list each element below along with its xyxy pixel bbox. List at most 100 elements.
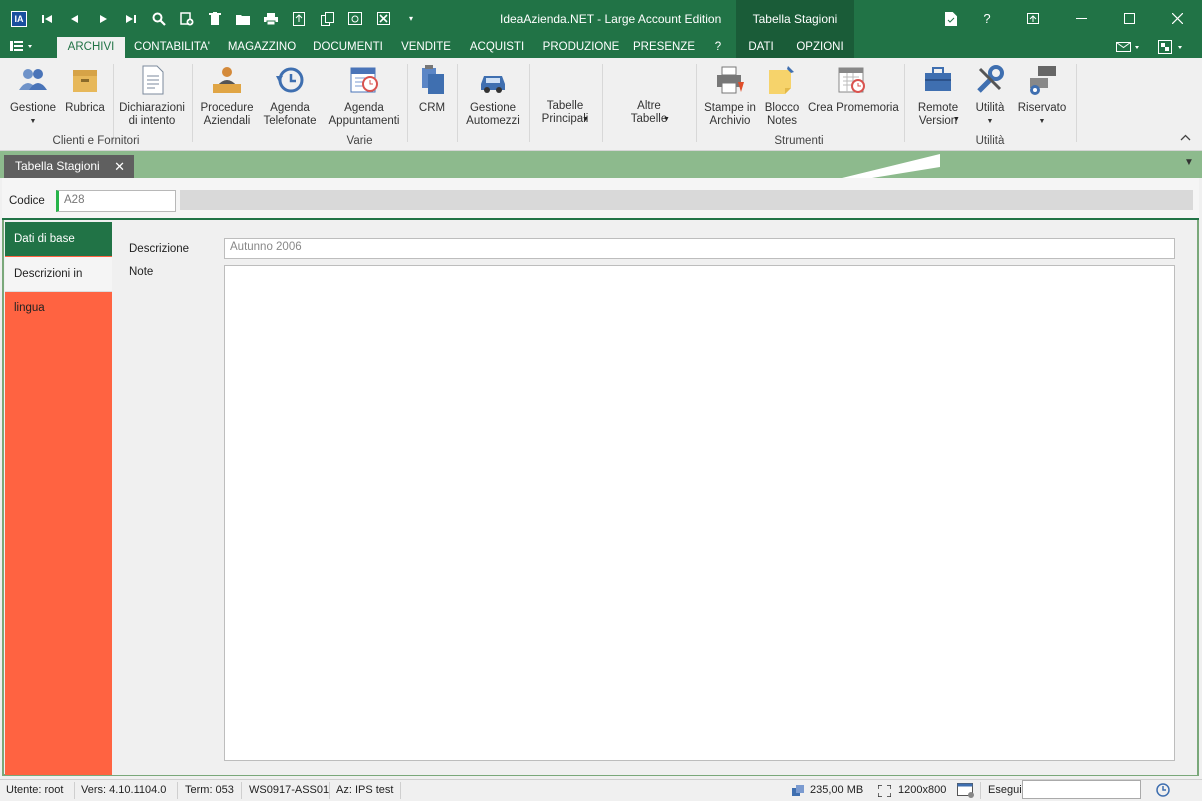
app-window: IA ▾ IdeaAzienda.NET - Large Account Edi… [0,0,1202,801]
new-record-icon[interactable] [173,0,201,37]
status-workstation: WS0917-ASS01 [249,784,330,796]
note-label: Note [129,266,154,278]
collapse-ribbon-icon[interactable] [1180,132,1191,144]
copy-icon[interactable] [313,0,341,37]
group-label-clienti-fornitori: Clienti e Fornitori [52,135,140,147]
esegui-label: Esegui [988,784,1022,796]
agenda-telefonate-button[interactable]: Agenda Telefonate [261,62,319,128]
tab-contabilita[interactable]: CONTABILITA' [128,37,216,58]
app-icon[interactable]: IA [5,0,33,37]
printer-icon [714,64,746,96]
delete-icon[interactable] [201,0,229,37]
next-record-icon[interactable] [89,0,117,37]
group-label-varie: Varie [346,135,373,147]
person-desk-icon [211,64,243,96]
tab-presenze[interactable]: PRESENZE [630,37,698,58]
document-icon [136,64,168,96]
descrizione-input[interactable]: Autunno 2006 [224,238,1175,259]
close-document-icon[interactable] [369,0,397,37]
tab-list-dropdown-icon[interactable]: ▼ [1184,157,1194,168]
stampe-in-archivio-button[interactable]: Stampe in Archivio [701,62,759,128]
crm-button[interactable]: CRM [412,62,452,115]
first-record-icon[interactable] [33,0,61,37]
users-icon [17,64,49,96]
tab-dati[interactable]: DATI [740,37,782,58]
procedure-aziendali-button[interactable]: Procedure Aziendali [197,62,257,128]
riservato-button[interactable]: Riservato ▼ [1014,62,1070,128]
mail-menu[interactable] [1116,41,1142,56]
gestione-button[interactable]: Gestione ▼ [6,62,60,128]
help-icon[interactable]: ? [964,0,1010,37]
tab-opzioni[interactable]: OPZIONI [788,37,852,58]
sidebar-item-descrizioni-in-lingua[interactable]: Descrizioni in lingua [5,257,112,314]
ribbon-separator [602,64,603,142]
resolution-icon [877,784,892,800]
tab-acquisti[interactable]: ACQUISTI [463,37,531,58]
codice-input[interactable]: A28 [56,190,176,212]
rubrica-button[interactable]: Rubrica [62,62,108,115]
remote-version-dropdown-icon: ▼ [953,116,960,123]
gear-network-icon [1026,64,1058,96]
altre-tabelle-dropdown-icon: ▼ [663,116,670,123]
dichiarazioni-button[interactable]: Dichiarazioni di intento [118,62,186,128]
box-icon [69,64,101,96]
crm-icon [416,64,448,96]
sticky-note-icon [766,64,798,96]
status-resolution: 1200x800 [898,784,947,796]
status-term: Term: 053 [185,784,234,796]
previous-record-icon[interactable] [61,0,89,37]
document-tab-tabella-stagioni[interactable]: Tabella Stagioni ✕ [4,155,134,178]
tab-bar-swoosh [842,154,940,178]
close-tab-icon[interactable]: ✕ [114,155,125,178]
tab-help[interactable]: ? [704,37,732,58]
tab-archivi[interactable]: ARCHIVI [57,37,125,58]
document-tab-bar [0,151,1202,178]
tab-documenti[interactable]: DOCUMENTI [308,37,388,58]
codice-description-bar [180,190,1193,210]
clock-refresh-icon[interactable] [1155,782,1171,801]
ribbon-separator [407,64,408,142]
ribbon-separator [529,64,530,142]
tab-magazzino[interactable]: MAGAZZINO [220,37,304,58]
preview-icon[interactable] [341,0,369,37]
gestione-automezzi-button[interactable]: Gestione Automezzi [462,62,524,128]
memory-icon [792,785,804,799]
ribbon-separator [904,64,905,142]
utilita-button[interactable]: Utilità ▼ [970,62,1010,128]
agenda-appuntamenti-button[interactable]: Agenda Appuntamenti [326,62,402,128]
file-menu-button[interactable] [10,40,40,56]
sidebar-item-dati-di-base[interactable]: Dati di base [5,222,112,256]
crea-promemoria-button[interactable]: Crea Promemoria [808,62,899,115]
calendar-clock-icon [348,64,380,96]
calendar-reminder-icon [836,64,868,96]
history-icon [274,64,306,96]
close-icon[interactable] [1154,0,1200,37]
esegui-input[interactable] [1022,780,1141,799]
note-textarea[interactable] [224,265,1175,761]
status-company: Az: IPS test [336,784,394,796]
tabelle-principali-dropdown-icon: ▼ [582,116,589,123]
screen-settings-icon[interactable] [957,783,975,801]
customize-toolbar-icon[interactable]: ▾ [397,0,425,37]
print-icon[interactable] [257,0,285,37]
open-folder-icon[interactable] [229,0,257,37]
car-icon [477,64,509,96]
minimize-icon[interactable] [1058,0,1104,37]
blocco-notes-button[interactable]: Blocco Notes [762,62,802,128]
group-label-utilita: Utilità [975,135,1005,147]
last-record-icon[interactable] [117,0,145,37]
ribbon-separator [457,64,458,142]
ribbon-display-icon[interactable] [1010,0,1056,37]
export-icon[interactable] [285,0,313,37]
descrizione-label: Descrizione [129,243,190,255]
maximize-icon[interactable] [1106,0,1152,37]
layout-menu[interactable] [1158,40,1186,57]
tab-vendite[interactable]: VENDITE [395,37,457,58]
tab-produzione[interactable]: PRODUZIONE [538,37,624,58]
briefcase-icon [922,64,954,96]
ribbon-separator [113,64,114,142]
search-icon[interactable] [145,0,173,37]
window-title: IdeaAzienda.NET - Large Account Edition [500,12,722,26]
document-tab-label: Tabella Stagioni [15,159,100,173]
ribbon-separator [1076,64,1077,142]
